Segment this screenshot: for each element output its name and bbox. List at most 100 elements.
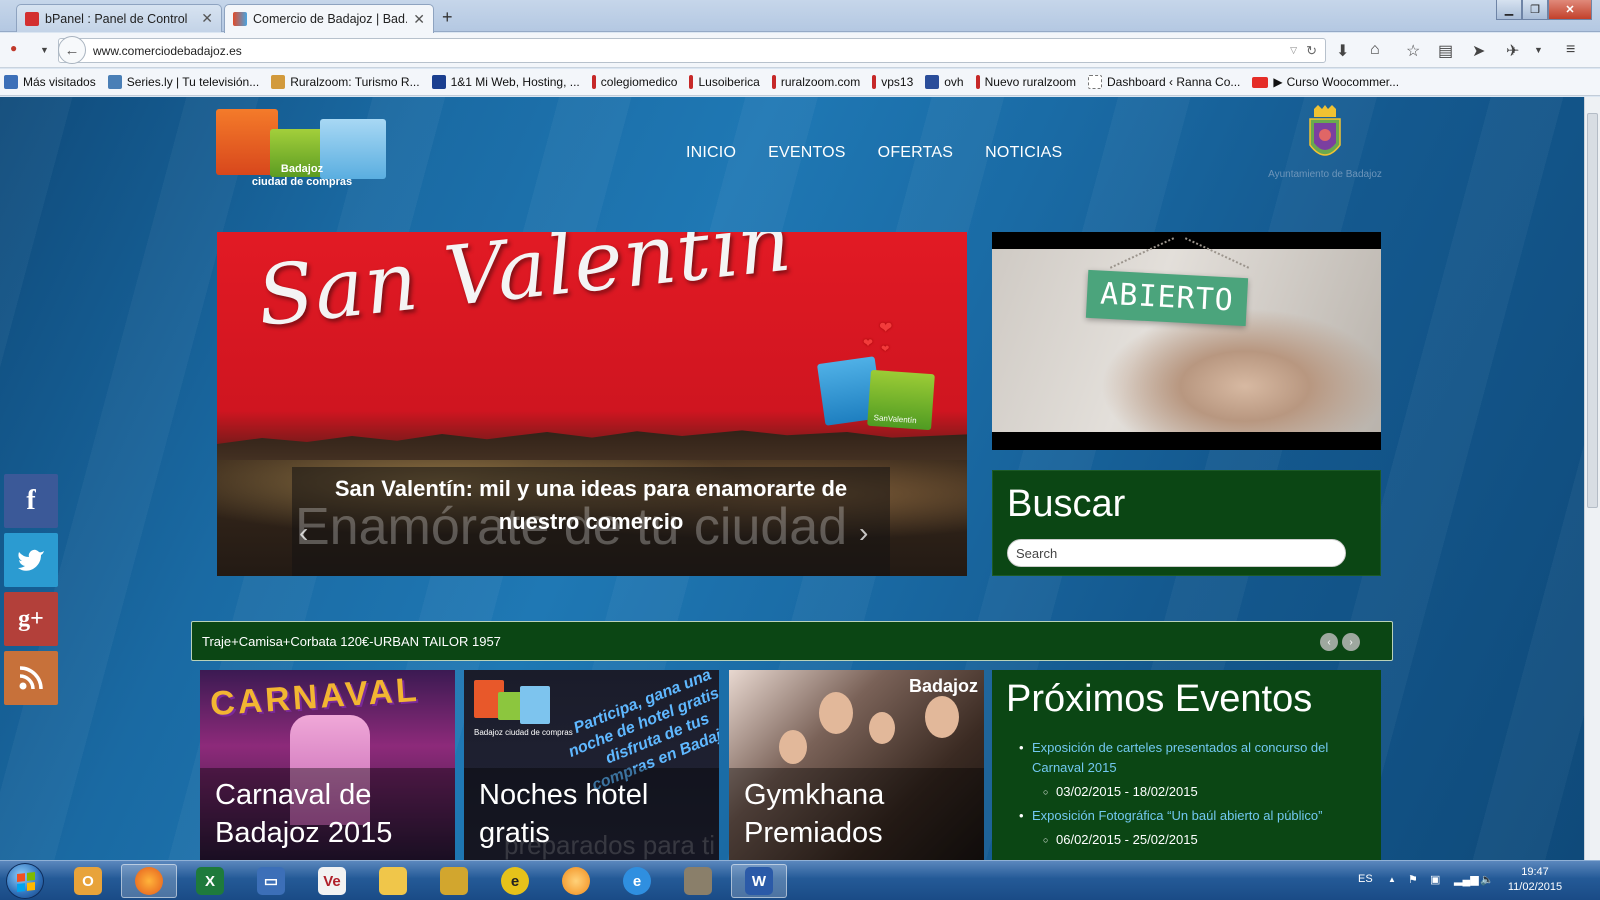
url-text[interactable]: www.comerciodebadajoz.es	[93, 44, 242, 58]
card-carnaval[interactable]: CARNAVAL Carnaval de Badajoz 2015	[200, 670, 455, 860]
show-hidden-icons-icon[interactable]: ▲	[1388, 875, 1396, 884]
clock-time: 19:47	[1521, 866, 1549, 878]
scrollbar-thumb[interactable]	[1587, 113, 1598, 508]
system-clock[interactable]: 19:47 11/02/2015	[1500, 865, 1570, 895]
taskbar-gimp[interactable]	[670, 864, 726, 898]
tab-comercio-badajoz[interactable]: Comercio de Badajoz | Bad... ✕	[224, 4, 434, 33]
clock-date: 11/02/2015	[1507, 881, 1563, 893]
bookmark-item[interactable]: Más visitados	[4, 75, 96, 89]
bookmark-label: vps13	[881, 75, 914, 89]
taskbar-word[interactable]: W	[731, 864, 787, 898]
back-button[interactable]: ←	[58, 36, 86, 64]
rss-button[interactable]	[4, 651, 58, 705]
card-noches-hotel[interactable]: Badajoz ciudad de compras Participa, gan…	[464, 670, 719, 860]
reload-icon[interactable]: ↻	[1306, 43, 1317, 59]
coat-of-arms-icon[interactable]	[1308, 105, 1342, 167]
slider-prev-arrow-icon[interactable]: ‹	[299, 517, 308, 549]
main-navigation: INICIO EVENTOS OFERTAS NOTICIAS	[686, 144, 1094, 162]
site-favicon-icon	[233, 12, 247, 26]
google-plus-button[interactable]: g+	[4, 592, 58, 646]
internet-explorer-icon: e	[623, 867, 651, 895]
close-window-button[interactable]: ✕	[1548, 0, 1592, 20]
city-skyline	[217, 430, 967, 460]
home-icon[interactable]: ⌂	[1370, 41, 1380, 59]
dropdown-icon[interactable]: ▼	[1534, 45, 1543, 55]
bookmark-item[interactable]: ruralzoom.com	[771, 75, 860, 89]
person-face	[779, 730, 807, 764]
taskbar-app-gear[interactable]	[548, 864, 604, 898]
bookmark-item[interactable]: ▶ Curso Woocommer...	[1252, 75, 1399, 89]
nav-inicio[interactable]: INICIO	[686, 144, 736, 162]
taskbar-explorer[interactable]	[365, 864, 421, 898]
ticker-prev-icon[interactable]: ‹	[1320, 633, 1338, 651]
event-link[interactable]: Exposición Fotográfica “Un baúl abierto …	[1019, 806, 1362, 826]
twitter-button[interactable]	[4, 533, 58, 587]
ticker-next-icon[interactable]: ›	[1342, 633, 1360, 651]
taskbar-app-e[interactable]: e	[487, 864, 543, 898]
nav-noticias[interactable]: NOTICIAS	[985, 144, 1062, 162]
dropmarker-icon[interactable]: ▽	[1290, 45, 1297, 56]
download-icon[interactable]: ⬇	[1336, 41, 1349, 61]
search-input[interactable]	[1007, 539, 1346, 567]
taskbar-excel[interactable]: X	[182, 864, 238, 898]
tab-bpanel[interactable]: bPanel : Panel de Control ✕	[16, 4, 222, 32]
hero-slider[interactable]: San Valentín SanValentín ❤ ❤ ❤ Enamórate…	[217, 232, 967, 576]
bookmark-icon	[431, 75, 446, 89]
bookmark-item[interactable]: vps13	[872, 75, 913, 89]
bookmark-item[interactable]: Series.ly | Tu televisión...	[107, 75, 259, 89]
event-link[interactable]: Exposición de carteles presentados al co…	[1019, 738, 1362, 778]
bookmark-item[interactable]: Dashboard ‹ Ranna Co...	[1087, 75, 1240, 89]
history-dropdown-icon[interactable]: ▼	[40, 45, 49, 55]
taskbar-vb[interactable]: Ve	[304, 864, 360, 898]
bookmark-star-icon[interactable]: ☆	[1406, 41, 1420, 61]
ayuntamiento-label[interactable]: Ayuntamiento de Badajoz	[1255, 169, 1395, 180]
taskbar-outlook[interactable]: O	[60, 864, 116, 898]
start-button[interactable]	[6, 863, 44, 899]
hero-caption[interactable]: San Valentín: mil y una ideas para enamo…	[292, 472, 890, 538]
extension-icon[interactable]: ✈	[1506, 41, 1519, 61]
bookmarks-toolbar: Más visitados Series.ly | Tu televisión.…	[0, 69, 1600, 96]
volume-icon[interactable]: 🔈	[1480, 873, 1494, 886]
taskbar-ie[interactable]: e	[609, 864, 665, 898]
new-tab-plus-icon[interactable]: +	[442, 7, 453, 28]
card-gymkhana[interactable]: Badajoz Gymkhana Premiados	[729, 670, 984, 860]
bookmark-item[interactable]: Lusoiberica	[689, 75, 760, 89]
url-bar[interactable]: www.comerciodebadajoz.es ▽ ↻	[58, 38, 1326, 63]
event-dates: 06/02/2015 - 25/02/2015	[1043, 830, 1362, 850]
minimize-button[interactable]: ▁	[1496, 0, 1522, 20]
slider-next-arrow-icon[interactable]: ›	[859, 517, 868, 549]
close-tab-icon[interactable]: ✕	[201, 10, 213, 27]
heart-icon: ❤	[881, 344, 890, 355]
bookmark-item[interactable]: Nuevo ruralzoom	[975, 75, 1076, 89]
ticker-text[interactable]: Traje+Camisa+Corbata 120€-URBAN TAILOR 1…	[202, 634, 501, 649]
card-title[interactable]: Noches hotel gratis	[464, 768, 719, 860]
bookmark-item[interactable]: colegiomedico	[591, 75, 677, 89]
action-center-flag-icon[interactable]: ⚑	[1408, 873, 1418, 886]
card-title[interactable]: Carnaval de Badajoz 2015	[200, 768, 455, 860]
card-title[interactable]: Gymkhana Premiados	[729, 768, 984, 860]
facebook-button[interactable]: f	[4, 474, 58, 528]
video-player[interactable]: ABIERTO	[992, 232, 1381, 450]
taskbar-app-coins[interactable]	[426, 864, 482, 898]
nav-eventos[interactable]: EVENTOS	[768, 144, 846, 162]
coins-icon	[440, 867, 468, 895]
bookmark-icon	[4, 75, 18, 89]
nav-ofertas[interactable]: OFERTAS	[878, 144, 954, 162]
language-indicator[interactable]: ES	[1358, 873, 1373, 885]
firefox-menu-icon[interactable]: ●	[10, 41, 17, 55]
bookmark-item[interactable]: ovh	[925, 75, 964, 89]
bookmark-item[interactable]: Ruralzoom: Turismo R...	[271, 75, 420, 89]
maximize-button[interactable]: ❐	[1522, 0, 1548, 20]
reading-list-icon[interactable]: ▤	[1438, 41, 1453, 61]
taskbar-remote-desktop[interactable]: ▭	[243, 864, 299, 898]
send-icon[interactable]: ➤	[1472, 41, 1485, 61]
bookmark-item[interactable]: 1&1 Mi Web, Hosting, ...	[431, 75, 580, 89]
hamburger-menu-icon[interactable]: ≡	[1566, 41, 1575, 59]
taskbar-firefox[interactable]	[121, 864, 177, 898]
excel-icon: X	[196, 867, 224, 895]
page-scrollbar[interactable]	[1584, 97, 1600, 860]
monitor-icon: ▭	[257, 867, 285, 895]
network-signal-icon[interactable]: ▂▄▆	[1454, 873, 1479, 886]
close-tab-icon[interactable]: ✕	[413, 11, 425, 28]
device-icon[interactable]: ▣	[1430, 873, 1440, 886]
